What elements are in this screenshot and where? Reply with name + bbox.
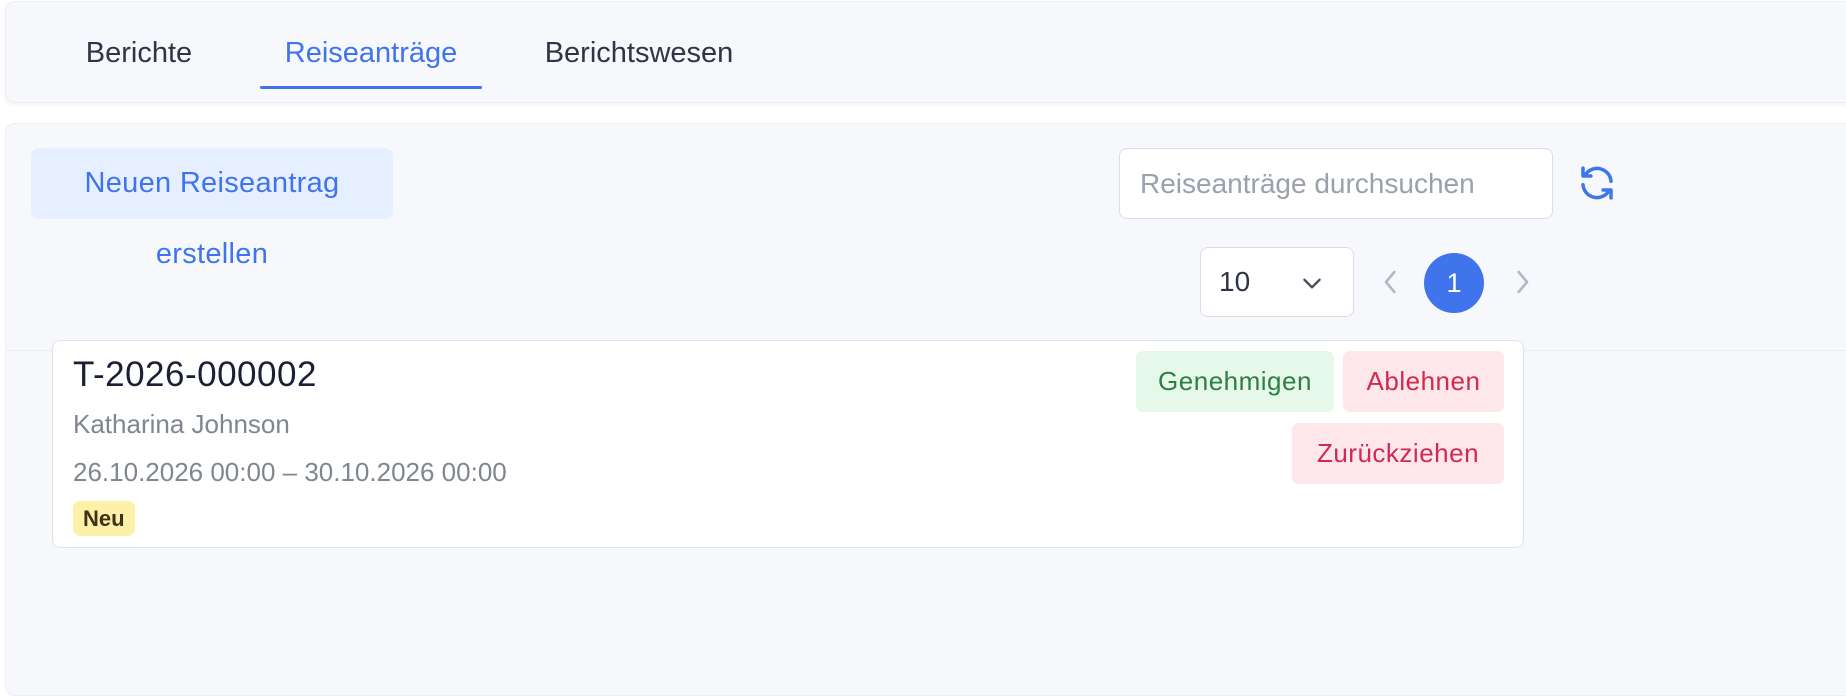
status-badge: Neu [73, 501, 135, 536]
page-size-select[interactable]: 10 [1200, 247, 1354, 317]
reject-button[interactable]: Ablehnen [1343, 351, 1504, 412]
tab-berichte[interactable]: Berichte [79, 2, 199, 90]
request-id: T-2026-000002 [73, 355, 317, 394]
withdraw-button[interactable]: Zurückziehen [1292, 423, 1504, 484]
page-size-value: 10 [1219, 266, 1251, 297]
refresh-icon[interactable] [1576, 162, 1618, 204]
requester-name: Katharina Johnson [73, 409, 290, 439]
chevron-down-icon [1303, 278, 1321, 289]
search-input[interactable] [1119, 148, 1553, 219]
create-request-button[interactable]: Neuen Reiseantrag erstellen [31, 148, 393, 270]
tab-bar: Berichte Reiseanträge Berichtswesen [5, 1, 1846, 103]
request-dates: 26.10.2026 00:00 – 30.10.2026 00:00 [73, 457, 507, 487]
tab-berichtswesen[interactable]: Berichtswesen [534, 2, 744, 90]
pagination-page-1[interactable]: 1 [1424, 253, 1484, 313]
tab-reiseantraege[interactable]: Reiseanträge [260, 2, 482, 90]
chevron-left-icon[interactable] [1371, 262, 1411, 302]
chevron-right-icon[interactable] [1502, 262, 1542, 302]
travel-request-card: T-2026-000002 Katharina Johnson 26.10.20… [52, 340, 1524, 548]
approve-button[interactable]: Genehmigen [1136, 351, 1334, 412]
active-tab-indicator [260, 86, 482, 89]
